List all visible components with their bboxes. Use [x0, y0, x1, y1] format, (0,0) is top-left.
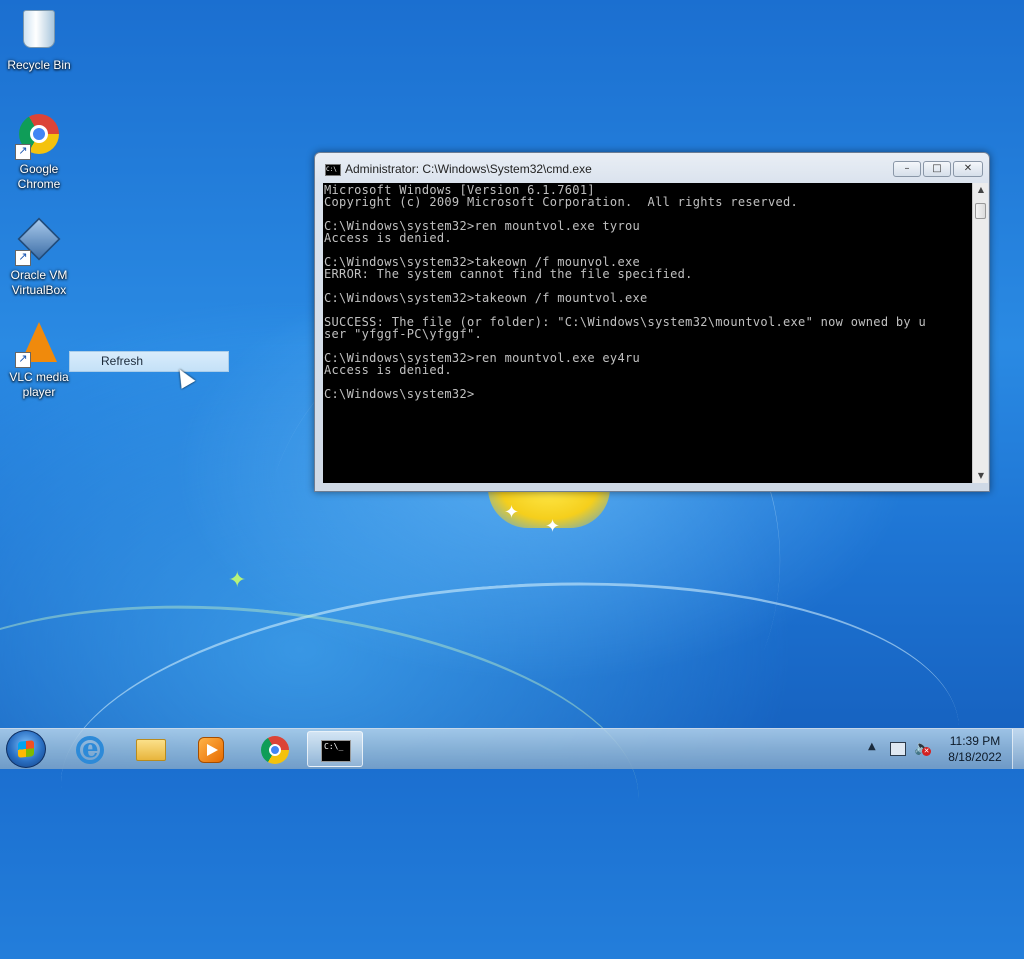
- mute-icon: ✕: [922, 747, 931, 756]
- chrome-icon: ↗: [15, 114, 61, 160]
- vertical-scrollbar[interactable]: ▲ ▼: [972, 183, 988, 483]
- vlc-icon: ↗: [15, 322, 61, 368]
- clock[interactable]: 11:39 PM 8/18/2022: [940, 733, 1010, 765]
- media-player-icon: [198, 737, 224, 763]
- desktop-icon-recycle-bin[interactable]: Recycle Bin: [0, 6, 78, 73]
- shortcut-arrow-icon: ↗: [15, 144, 31, 160]
- cmd-window[interactable]: C:\ Administrator: C:\Windows\System32\c…: [314, 152, 990, 492]
- scroll-up-icon[interactable]: ▲: [973, 183, 989, 197]
- context-menu-refresh[interactable]: Refresh: [69, 351, 229, 372]
- cmd-icon: C:\_: [321, 740, 351, 762]
- clock-time: 11:39 PM: [949, 734, 1001, 748]
- desktop-icon-label: Oracle VM VirtualBox: [10, 268, 68, 297]
- scroll-down-icon[interactable]: ▼: [973, 469, 989, 483]
- show-hidden-icons-icon[interactable]: ▲: [868, 741, 876, 752]
- desktop-icon-label: Recycle Bin: [7, 58, 71, 72]
- cmd-title-bar[interactable]: C:\ Administrator: C:\Windows\System32\c…: [315, 153, 989, 183]
- sparkle-icon: ✦: [228, 568, 247, 593]
- taskbar: C:\_ ▲ 🔈 ✕ 11:39 PM 8/18/2022: [0, 728, 1024, 769]
- taskbar-chrome[interactable]: [247, 731, 303, 767]
- desktop-icon-vlc[interactable]: ↗ VLC media player: [0, 320, 78, 400]
- cmd-icon: C:\: [325, 164, 341, 176]
- clock-date: 8/18/2022: [948, 750, 1002, 764]
- sparkle-icon: ✦: [504, 502, 520, 523]
- maximize-button[interactable]: □: [923, 161, 951, 177]
- internet-explorer-icon: [76, 734, 104, 764]
- virtualbox-icon: ↗: [15, 217, 61, 266]
- taskbar-cmd[interactable]: C:\_: [307, 731, 363, 767]
- windows-explorer-icon: [136, 739, 166, 761]
- taskbar-windows-explorer[interactable]: [123, 731, 179, 767]
- sparkle-icon: ✦: [545, 516, 561, 537]
- desktop-icon-label: VLC media player: [9, 370, 69, 399]
- network-icon[interactable]: [890, 742, 906, 756]
- recycle-bin-icon: [17, 10, 61, 54]
- console-text: Microsoft Windows [Version 6.1.7601] Cop…: [324, 183, 926, 401]
- taskbar-internet-explorer[interactable]: [62, 731, 118, 767]
- caption-buttons: – □ ✕: [893, 161, 983, 177]
- show-desktop-button[interactable]: [1012, 729, 1024, 769]
- scroll-thumb[interactable]: [975, 203, 986, 219]
- desktop-icon-virtualbox[interactable]: ↗ Oracle VM VirtualBox: [0, 216, 78, 298]
- shortcut-arrow-icon: ↗: [15, 352, 31, 368]
- console-output[interactable]: Microsoft Windows [Version 6.1.7601] Cop…: [323, 183, 972, 483]
- minimize-button[interactable]: –: [893, 161, 921, 177]
- taskbar-media-player[interactable]: [183, 731, 239, 767]
- start-button[interactable]: [6, 730, 46, 768]
- shortcut-arrow-icon: ↗: [15, 250, 31, 266]
- window-title: Administrator: C:\Windows\System32\cmd.e…: [345, 162, 592, 176]
- windows-logo-icon: [18, 740, 34, 758]
- desktop-icon-label: Google Chrome: [17, 162, 61, 191]
- desktop-icon-google-chrome[interactable]: ↗ Google Chrome: [0, 112, 78, 192]
- close-button[interactable]: ✕: [953, 161, 983, 177]
- chrome-icon: [261, 736, 289, 764]
